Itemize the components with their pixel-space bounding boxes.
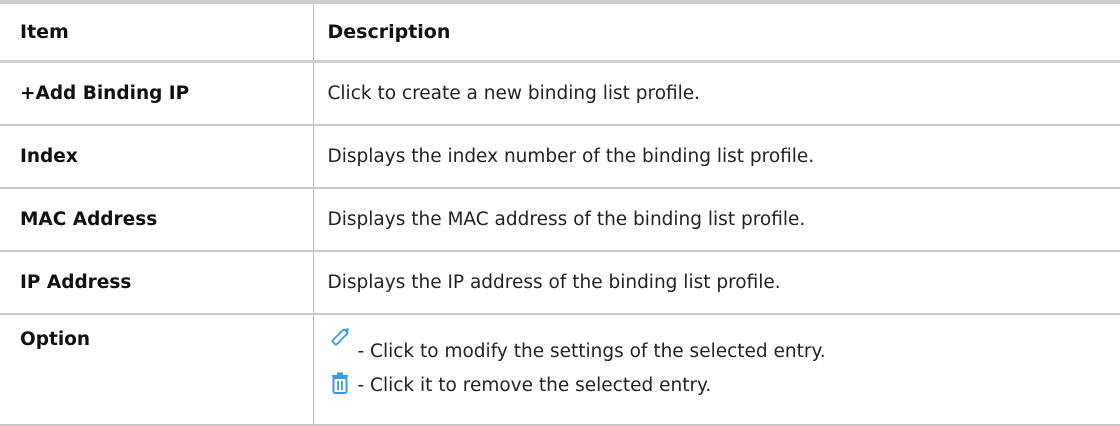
row-item: MAC Address	[0, 188, 313, 251]
row-description: Displays the index number of the binding…	[313, 125, 1120, 188]
row-description-option: - Click to modify the settings of the se…	[313, 314, 1120, 425]
table-row: +Add Binding IP Click to create a new bi…	[0, 62, 1120, 126]
trash-icon	[328, 371, 354, 397]
option-line-edit: - Click to modify the settings of the se…	[328, 323, 1120, 363]
table-row: MAC Address Displays the MAC address of …	[0, 188, 1120, 251]
header-description: Description	[313, 2, 1120, 62]
table-row-option: Option - Click to modify the settings of…	[0, 314, 1120, 425]
description-table: Item Description +Add Binding IP Click t…	[0, 0, 1120, 426]
pencil-icon	[328, 323, 354, 349]
row-item: IP Address	[0, 251, 313, 314]
option-edit-text: - Click to modify the settings of the se…	[358, 341, 826, 363]
row-item: Index	[0, 125, 313, 188]
table-header-row: Item Description	[0, 2, 1120, 62]
row-description: Displays the IP address of the binding l…	[313, 251, 1120, 314]
row-item: +Add Binding IP	[0, 62, 313, 126]
option-delete-text: - Click it to remove the selected entry.	[358, 375, 712, 397]
table-row: IP Address Displays the IP address of th…	[0, 251, 1120, 314]
row-description: Displays the MAC address of the binding …	[313, 188, 1120, 251]
header-item: Item	[0, 2, 313, 62]
option-line-delete: - Click it to remove the selected entry.	[328, 365, 1120, 397]
row-description: Click to create a new binding list profi…	[313, 62, 1120, 126]
row-item-option: Option	[0, 314, 313, 425]
table-row: Index Displays the index number of the b…	[0, 125, 1120, 188]
